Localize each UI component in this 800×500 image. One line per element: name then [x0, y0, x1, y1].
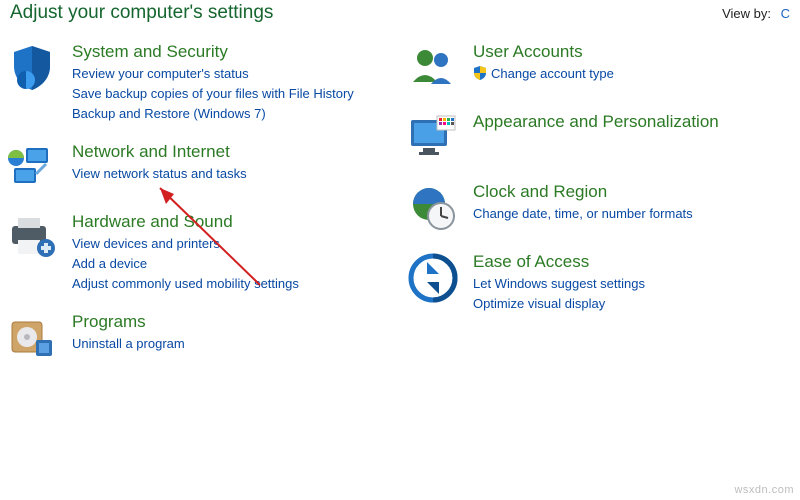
view-by-control[interactable]: View by: C — [722, 6, 790, 21]
right-column: User Accounts Change account type — [403, 42, 794, 382]
category-appearance: Appearance and Personalization — [407, 112, 794, 164]
view-by-value: C — [781, 6, 790, 21]
task-link[interactable]: Let Windows suggest settings — [473, 274, 645, 294]
task-link-label: Change account type — [491, 66, 614, 81]
task-link[interactable]: Change account type — [473, 64, 614, 84]
task-link[interactable]: Change date, time, or number formats — [473, 204, 693, 224]
user-accounts-icon — [407, 42, 459, 94]
category-user-accounts: User Accounts Change account type — [407, 42, 794, 94]
category-title[interactable]: Hardware and Sound — [72, 212, 299, 232]
task-link[interactable]: Backup and Restore (Windows 7) — [72, 104, 354, 124]
category-title[interactable]: Network and Internet — [72, 142, 247, 162]
task-link[interactable]: Add a device — [72, 254, 299, 274]
programs-icon — [6, 312, 58, 364]
appearance-icon — [407, 112, 459, 164]
task-link[interactable]: View network status and tasks — [72, 164, 247, 184]
header-bar: Adjust your computer's settings View by:… — [0, 0, 800, 28]
category-title[interactable]: User Accounts — [473, 42, 614, 62]
watermark: wsxdn.com — [734, 484, 794, 496]
network-icon — [6, 142, 58, 194]
printer-icon — [6, 212, 58, 264]
uac-shield-icon — [473, 66, 487, 80]
task-link[interactable]: Save backup copies of your files with Fi… — [72, 84, 354, 104]
category-title[interactable]: System and Security — [72, 42, 354, 62]
category-hardware-sound: Hardware and Sound View devices and prin… — [6, 212, 393, 294]
clock-icon — [407, 182, 459, 234]
category-title[interactable]: Appearance and Personalization — [473, 112, 719, 132]
task-link[interactable]: Optimize visual display — [473, 294, 645, 314]
category-network-internet: Network and Internet View network status… — [6, 142, 393, 194]
left-column: System and Security Review your computer… — [6, 42, 403, 382]
shield-icon — [6, 42, 58, 94]
category-title[interactable]: Clock and Region — [473, 182, 693, 202]
page-title: Adjust your computer's settings — [10, 2, 273, 24]
category-title[interactable]: Programs — [72, 312, 185, 332]
category-ease-of-access: Ease of Access Let Windows suggest setti… — [407, 252, 794, 314]
category-programs: Programs Uninstall a program — [6, 312, 393, 364]
category-system-security: System and Security Review your computer… — [6, 42, 393, 124]
ease-of-access-icon — [407, 252, 459, 304]
task-link[interactable]: View devices and printers — [72, 234, 299, 254]
task-link[interactable]: Uninstall a program — [72, 334, 185, 354]
category-grid: System and Security Review your computer… — [0, 28, 800, 382]
category-clock-region: Clock and Region Change date, time, or n… — [407, 182, 794, 234]
task-link[interactable]: Adjust commonly used mobility settings — [72, 274, 299, 294]
category-title[interactable]: Ease of Access — [473, 252, 645, 272]
task-link[interactable]: Review your computer's status — [72, 64, 354, 84]
view-by-label: View by: — [722, 6, 771, 21]
